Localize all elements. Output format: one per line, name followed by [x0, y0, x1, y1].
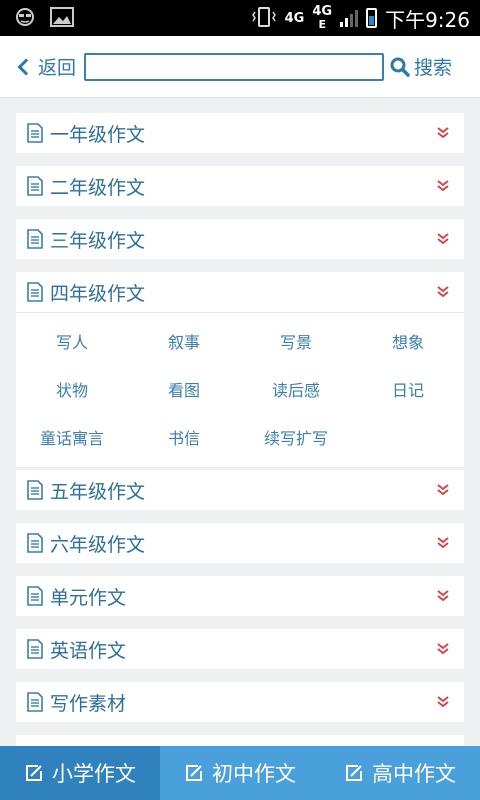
double-chevron-down-icon — [437, 180, 449, 192]
subcategory-item[interactable]: 书信 — [128, 413, 240, 461]
subcategory-item[interactable]: 续写扩写 — [240, 413, 352, 461]
network-type-1: 4G — [284, 10, 305, 26]
category-label: 英语作文 — [50, 639, 127, 662]
category-row[interactable]: 二年级作文 — [16, 166, 464, 206]
category-card-partial — [16, 735, 464, 746]
category-row[interactable]: 五年级作文 — [16, 470, 464, 510]
subcategory-grid: 写人 叙事 写景 想象 状物 看图 读后感 日记 童话寓言 书信 续写扩写 — [16, 313, 464, 467]
subcategory-item[interactable]: 读后感 — [240, 365, 352, 413]
category-label: 写作素材 — [50, 692, 127, 715]
category-row[interactable]: 四年级作文 — [16, 272, 464, 312]
category-card-grade1: 一年级作文 — [16, 113, 464, 153]
tab-label: 初中作文 — [212, 762, 296, 786]
network-type-2-sub: E — [318, 18, 326, 31]
document-icon — [27, 692, 43, 712]
chevron-left-icon — [17, 58, 35, 75]
category-card-unit: 单元作文 — [16, 576, 464, 616]
category-row[interactable]: 三年级作文 — [16, 219, 464, 259]
category-label: 六年级作文 — [50, 533, 146, 556]
tab-middle-school[interactable]: 初中作文 — [160, 746, 320, 800]
subcategory-item[interactable]: 童话寓言 — [16, 413, 128, 461]
subcategory-item[interactable]: 叙事 — [128, 317, 240, 365]
tab-primary-school[interactable]: 小学作文 — [0, 746, 160, 800]
category-card-grade3: 三年级作文 — [16, 219, 464, 259]
category-label: 四年级作文 — [50, 282, 146, 305]
category-label: 五年级作文 — [50, 480, 146, 503]
double-chevron-down-icon — [437, 537, 449, 549]
document-icon — [27, 586, 43, 606]
category-row[interactable]: 英语作文 — [16, 629, 464, 669]
edit-icon — [26, 765, 42, 781]
back-label: 返回 — [38, 57, 77, 79]
category-label: 三年级作文 — [50, 229, 146, 252]
header: 返回 搜索 — [0, 36, 480, 98]
edit-icon — [346, 765, 362, 781]
category-card-grade5: 五年级作文 — [16, 470, 464, 510]
search-input[interactable] — [84, 52, 385, 81]
subcategory-item[interactable]: 状物 — [16, 365, 128, 413]
document-icon — [27, 176, 43, 196]
tab-high-school[interactable]: 高中作文 — [320, 746, 480, 800]
double-chevron-down-icon — [437, 696, 449, 708]
image-notification-icon — [50, 6, 74, 30]
category-label: 单元作文 — [50, 586, 127, 609]
category-label: 二年级作文 — [50, 176, 146, 199]
document-icon — [27, 533, 43, 553]
subcategory-item[interactable]: 看图 — [128, 365, 240, 413]
subcategory-item[interactable]: 日记 — [352, 365, 464, 413]
network-type-2: 4G E — [312, 5, 332, 31]
double-chevron-down-icon — [437, 127, 449, 139]
vibrate-icon — [251, 6, 277, 31]
double-chevron-down-icon — [437, 484, 449, 496]
back-button[interactable]: 返回 — [17, 53, 77, 80]
category-card-grade2: 二年级作文 — [16, 166, 464, 206]
tab-label: 高中作文 — [372, 762, 456, 786]
network-type-2-label: 4G — [312, 4, 333, 19]
double-chevron-down-icon — [437, 233, 449, 245]
document-icon — [27, 639, 43, 659]
subcategory-item[interactable]: 写景 — [240, 317, 352, 365]
clock: 下午9:26 — [385, 7, 470, 32]
category-card-english: 英语作文 — [16, 629, 464, 669]
category-row[interactable]: 单元作文 — [16, 576, 464, 616]
category-row[interactable]: 写作素材 — [16, 682, 464, 722]
search-icon — [390, 57, 410, 77]
category-row[interactable]: 一年级作文 — [16, 113, 464, 153]
search-button[interactable]: 搜索 — [390, 53, 452, 80]
category-card-grade6: 六年级作文 — [16, 523, 464, 563]
category-card-grade4: 四年级作文 写人 叙事 写景 想象 状物 看图 读后感 日记 童话寓言 书信 续… — [16, 272, 464, 467]
document-icon — [27, 480, 43, 500]
double-chevron-down-icon — [437, 590, 449, 602]
category-label: 一年级作文 — [50, 123, 146, 146]
document-icon — [27, 229, 43, 249]
tab-label: 小学作文 — [52, 762, 136, 786]
search-label: 搜索 — [414, 57, 453, 79]
edit-icon — [186, 765, 202, 781]
document-icon — [27, 123, 43, 143]
subcategory-item[interactable]: 写人 — [16, 317, 128, 365]
category-row[interactable]: 六年级作文 — [16, 523, 464, 563]
double-chevron-down-icon — [437, 643, 449, 655]
signal-icon — [340, 9, 359, 27]
bottom-tab-bar: 小学作文 初中作文 高中作文 — [0, 746, 480, 800]
category-card-materials: 写作素材 — [16, 682, 464, 722]
subcategory-item[interactable]: 想象 — [352, 317, 464, 365]
status-bar: 4G 4G E 下午9:26 — [0, 0, 480, 36]
document-icon — [27, 282, 43, 302]
double-chevron-down-icon — [437, 286, 449, 298]
notification-face-icon — [14, 7, 36, 30]
battery-icon — [366, 8, 378, 28]
